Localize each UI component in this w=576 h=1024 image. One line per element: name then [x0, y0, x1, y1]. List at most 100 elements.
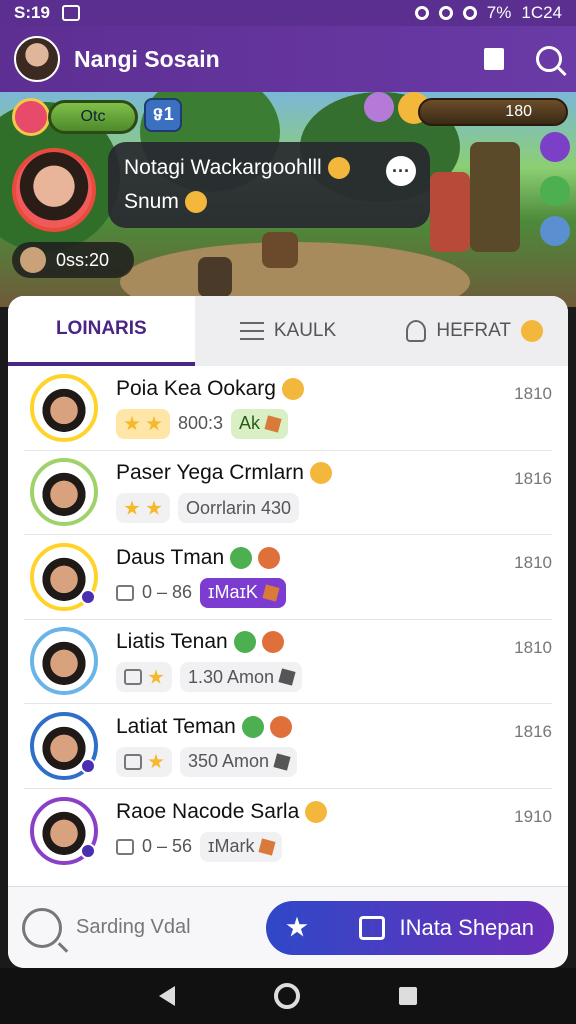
gift-icon[interactable] — [540, 176, 570, 206]
emoji-icon — [184, 191, 207, 214]
wifi-icon — [462, 6, 477, 20]
battery-percent: 7% — [486, 3, 512, 22]
search-icon[interactable] — [22, 907, 62, 948]
status-clock: 1C24 — [521, 3, 562, 22]
edit-icon — [359, 915, 386, 940]
timer-pill: 0ss:20 — [12, 242, 134, 278]
tab-kaulk[interactable]: KAULK — [195, 296, 382, 366]
speaker-avatar[interactable] — [12, 148, 96, 232]
hud-badge[interactable]: ទ1 — [144, 98, 182, 132]
player-name: Daus Tman — [116, 546, 552, 570]
avatar — [30, 796, 98, 865]
player-meta: 0 – 56 ɪMark — [116, 831, 552, 862]
tag-icon — [278, 668, 296, 686]
avatar — [30, 711, 98, 780]
back-icon[interactable] — [159, 986, 176, 1006]
tag-chip: ɪMaɪK — [200, 577, 286, 608]
tab-loinaris[interactable]: LOINARIS — [8, 296, 195, 366]
status-dot — [80, 842, 96, 859]
meta-chip: 1.30 Amon — [180, 662, 303, 693]
list-item[interactable]: Poia Kea Ookarg 800:3 Ak 1810 — [24, 366, 552, 451]
game-character[interactable] — [262, 232, 298, 268]
meta-text: 0 – 86 — [142, 582, 193, 603]
mini-avatar — [20, 247, 46, 273]
gem-icon[interactable] — [540, 132, 570, 162]
list-item[interactable]: Liatis Tenan 1.30 Amon 1810 — [24, 620, 552, 704]
pet-icon[interactable] — [364, 92, 394, 122]
sort-label[interactable]: Sarding Vdal — [76, 916, 191, 939]
primary-cta-button[interactable]: INata Shepan — [266, 900, 554, 955]
tab-label: KAULK — [273, 320, 337, 341]
tag-icon — [273, 753, 291, 771]
tab-label: HEFRAT — [436, 320, 511, 341]
player-score: 1810 — [514, 553, 552, 572]
game-character[interactable] — [470, 142, 520, 252]
emoji-icon — [305, 800, 328, 823]
box-icon — [124, 753, 142, 770]
player-name: Raoe Nacode Sarla — [116, 800, 552, 824]
star-icon — [148, 753, 164, 769]
verified-icon — [233, 631, 256, 654]
tag-icon — [258, 838, 277, 856]
more-options-icon[interactable]: ··· — [386, 156, 416, 186]
notification-icon — [61, 5, 80, 21]
alarm-icon — [414, 6, 429, 20]
player-name: Liatis Tenan — [116, 630, 552, 654]
sync-icon — [438, 6, 453, 20]
avatar — [30, 627, 98, 696]
game-character[interactable] — [430, 172, 470, 252]
meta-text: 0 – 56 — [142, 836, 193, 857]
player-meta: 1.30 Amon — [116, 662, 552, 693]
player-score: 1816 — [514, 468, 552, 488]
player-score: 1816 — [514, 722, 552, 741]
profile-avatar[interactable] — [14, 36, 60, 82]
person-icon — [406, 320, 427, 342]
status-time: S:19 — [14, 3, 50, 22]
star-icon — [148, 669, 164, 684]
target-icon[interactable] — [12, 98, 50, 136]
avatar — [30, 542, 98, 611]
app-header: Nangi Sosain — [0, 26, 576, 92]
star-icon — [124, 415, 140, 431]
medal-icon — [261, 631, 284, 654]
stop-icon[interactable] — [484, 48, 504, 70]
coin-counter: 180 — [418, 98, 568, 126]
game-scene[interactable]: Otc ទ1 180 Notagi Wackargoohlll Snum ···… — [0, 92, 576, 307]
game-character[interactable] — [198, 257, 232, 297]
tab-hefrat[interactable]: HEFRAT — [381, 296, 568, 366]
chat-line-1: Notagi Wackargoohlll — [124, 156, 414, 180]
hud-level-pill: Otc — [48, 100, 138, 134]
emoji-icon — [281, 377, 304, 400]
status-bar: S:19 7% 1C24 — [0, 0, 576, 26]
chat-bubble[interactable]: Notagi Wackargoohlll Snum ··· — [108, 142, 430, 228]
tool-icon[interactable] — [540, 216, 570, 246]
tag-chip: ɪMark — [200, 831, 283, 862]
list-icon — [239, 322, 264, 340]
player-name: Latiat Teman — [116, 715, 552, 739]
recents-icon[interactable] — [398, 987, 417, 1005]
home-icon[interactable] — [273, 983, 300, 1009]
chat-line-2: Snum — [124, 190, 414, 214]
player-score: 1810 — [514, 637, 552, 657]
avatar — [30, 373, 98, 442]
search-icon[interactable] — [536, 46, 562, 72]
medal-icon — [258, 546, 281, 569]
emoji-icon — [327, 157, 350, 180]
list-item[interactable]: Raoe Nacode Sarla 0 – 56 ɪMark 1910 — [24, 789, 552, 874]
bottom-action-bar: Sarding Vdal INata Shepan — [8, 886, 568, 968]
player-score: 1910 — [514, 806, 552, 826]
player-list: Poia Kea Ookarg 800:3 Ak 1810 Paser Yega… — [8, 366, 568, 873]
medal-icon — [269, 715, 292, 738]
star-icon — [124, 500, 140, 515]
player-score: 1810 — [514, 384, 552, 403]
tag-chip: Ak — [231, 408, 289, 439]
rank-chip — [116, 746, 172, 777]
list-item[interactable]: Latiat Teman 350 Amon 1816 — [24, 704, 552, 789]
list-item[interactable]: Paser Yega Crmlarn Oorrlarin 430 1816 — [24, 451, 552, 535]
list-item[interactable]: Daus Tman 0 – 86 ɪMaɪK 1810 — [24, 535, 552, 620]
timer-value: 0ss:20 — [56, 249, 110, 270]
status-dot — [80, 757, 96, 774]
meta-chip: 350 Amon — [180, 746, 298, 777]
box-icon — [116, 838, 134, 855]
star-icon — [146, 415, 162, 431]
